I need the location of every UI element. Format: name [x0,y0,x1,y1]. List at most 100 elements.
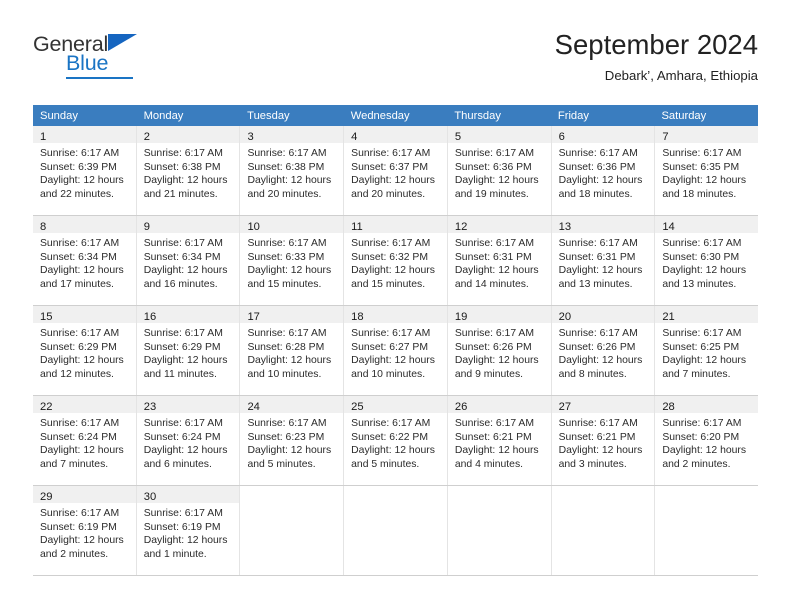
daylight-text-line1: Daylight: 12 hours [247,355,332,367]
daylight-text-line2: and 3 minutes. [558,458,627,470]
daylight-text-line1: Daylight: 12 hours [143,175,228,187]
sunrise-text: Sunrise: 6:17 AM [351,418,431,429]
day-number-strip: 29 [33,486,136,503]
day-number-strip: 15 [33,306,136,323]
day-number: 9 [143,221,150,233]
day-number: 27 [558,401,572,413]
sunrise-text: Sunrise: 6:17 AM [454,418,535,429]
day-cell[interactable]: 26 Sunrise: 6:17 AM Sunset: 6:21 PM Dayligh… [447,396,552,485]
page-title: September 2024 [554,29,758,60]
day-cell[interactable]: 3 Sunrise: 6:17 AM Sunset: 6:38 PM Daylight… [240,126,345,215]
daylight-text-line2: and 13 minutes. [558,278,633,290]
sunset-text: Sunset: 6:19 PM [143,521,221,533]
daylight-text-line1: Daylight: 12 hours [351,265,435,277]
day-cell[interactable]: 16 Sunrise: 6:17 AM Sunset: 6:29 PM Dayligh… [136,306,241,395]
sunrise-text: Sunrise: 6:17 AM [40,418,120,429]
day-cell[interactable]: 4 Sunrise: 6:17 AM Sunset: 6:37 PM Daylight… [344,126,448,215]
day-number-strip: 5 [447,126,551,143]
day-cell-body [448,503,551,507]
day-cell[interactable]: 5 Sunrise: 6:17 AM Sunset: 6:36 PM Daylight… [447,126,552,215]
weekday-header-wednesday: Wednesday [350,110,410,122]
daylight-text-line1: Daylight: 12 hours [40,355,124,367]
day-number: 5 [454,131,462,143]
day-number-strip: 9 [136,216,240,233]
day-cell[interactable]: 28 Sunrise: 6:17 AM Sunset: 6:20 PM Dayligh… [655,396,759,485]
daylight-text-line2: and 2 minutes. [662,458,731,470]
day-number-strip: 2 [136,126,240,143]
day-number-strip: 14 [655,216,759,233]
daylight-text-line1: Daylight: 12 hours [662,175,747,187]
day-cell[interactable]: 22 Sunrise: 6:17 AM Sunset: 6:24 PM Dayligh… [33,396,137,485]
sunrise-text: Sunrise: 6:17 AM [351,148,431,159]
daylight-text-line1: Daylight: 12 hours [454,175,539,187]
day-cell[interactable]: 18 Sunrise: 6:17 AM Sunset: 6:27 PM Dayligh… [344,306,448,395]
sunrise-text: Sunrise: 6:17 AM [558,328,638,339]
day-cell[interactable]: 7 Sunrise: 6:17 AM Sunset: 6:35 PM Daylight… [655,126,759,215]
day-cell[interactable]: 2 Sunrise: 6:17 AM Sunset: 6:38 PM Daylight… [136,126,241,215]
daylight-text-line1: Daylight: 12 hours [143,535,228,547]
day-number-strip: 13 [551,216,655,233]
day-cell[interactable]: 12 Sunrise: 6:17 AM Sunset: 6:31 PM Dayligh… [447,216,552,305]
day-number-strip: 24 [240,396,344,413]
sunrise-text: Sunrise: 6:17 AM [662,148,742,159]
day-cell-body: Sunrise: 6:17 AM Sunset: 6:24 PM Daylight:… [33,413,136,471]
day-cell[interactable]: 10 Sunrise: 6:17 AM Sunset: 6:33 PM Dayligh… [240,216,345,305]
day-cell[interactable]: 19 Sunrise: 6:17 AM Sunset: 6:26 PM Dayligh… [447,306,552,395]
day-cell[interactable]: 14 Sunrise: 6:17 AM Sunset: 6:30 PM Dayligh… [655,216,759,305]
day-number: 28 [662,401,675,413]
day-number-strip [551,486,655,503]
day-cell[interactable]: 13 Sunrise: 6:17 AM Sunset: 6:31 PM Dayligh… [551,216,656,305]
daylight-text-line1: Daylight: 12 hours [558,355,643,367]
day-cell[interactable]: 8 Sunrise: 6:17 AM Sunset: 6:34 PM Daylight… [33,216,137,305]
day-cell[interactable]: 9 Sunrise: 6:17 AM Sunset: 6:34 PM Daylight… [136,216,241,305]
logo-triangle-icon [108,34,137,51]
daylight-text-line2: and 16 minutes. [143,278,218,290]
day-cell-body: Sunrise: 6:17 AM Sunset: 6:21 PM Daylight:… [448,413,551,471]
day-cell[interactable]: 21 Sunrise: 6:17 AM Sunset: 6:25 PM Dayligh… [655,306,759,395]
sunrise-text: Sunrise: 6:17 AM [143,148,223,159]
sunrise-text: Sunrise: 6:17 AM [247,148,327,159]
day-number: 19 [454,311,468,323]
day-cell[interactable]: 17 Sunrise: 6:17 AM Sunset: 6:28 PM Dayligh… [240,306,345,395]
day-cell-empty [551,486,656,575]
daylight-text-line2: and 11 minutes. [143,368,217,380]
sunset-text: Sunset: 6:24 PM [143,431,221,443]
sunrise-text: Sunrise: 6:17 AM [143,508,223,519]
sunset-text: Sunset: 6:19 PM [40,521,117,533]
day-number: 26 [454,401,468,413]
day-cell-body: Sunrise: 6:17 AM Sunset: 6:26 PM Daylight:… [552,323,655,381]
sunrise-text: Sunrise: 6:17 AM [40,508,120,519]
day-cell[interactable]: 27 Sunrise: 6:17 AM Sunset: 6:21 PM Dayligh… [551,396,656,485]
day-number: 21 [662,311,675,323]
weekday-header-row: Sunday Monday Tuesday Wednesday Thursday… [33,105,758,126]
day-number-strip: 25 [344,396,447,413]
day-cell[interactable]: 6 Sunrise: 6:17 AM Sunset: 6:36 PM Daylight… [551,126,656,215]
calendar-grid: Sunday Monday Tuesday Wednesday Thursday… [33,105,759,576]
day-number-strip: 8 [33,216,136,233]
day-cell-body: Sunrise: 6:17 AM Sunset: 6:38 PM Daylight:… [240,143,343,201]
daylight-text-line1: Daylight: 12 hours [662,355,747,367]
day-cell[interactable]: 23 Sunrise: 6:17 AM Sunset: 6:24 PM Dayligh… [136,396,241,485]
day-cell[interactable]: 30 Sunrise: 6:17 AM Sunset: 6:19 PM Dayligh… [136,486,241,575]
general-blue-logo: General Blue [33,32,233,82]
daylight-text-line2: and 7 minutes. [40,458,109,470]
sunset-text: Sunset: 6:26 PM [558,341,636,353]
day-cell-body: Sunrise: 6:17 AM Sunset: 6:38 PM Daylight:… [137,143,240,201]
day-cell[interactable]: 20 Sunrise: 6:17 AM Sunset: 6:26 PM Dayligh… [551,306,656,395]
day-cell[interactable]: 15 Sunrise: 6:17 AM Sunset: 6:29 PM Dayligh… [33,306,137,395]
daylight-text-line1: Daylight: 12 hours [143,355,228,367]
day-cell[interactable]: 25 Sunrise: 6:17 AM Sunset: 6:22 PM Dayligh… [344,396,448,485]
day-number-strip: 18 [344,306,447,323]
sunset-text: Sunset: 6:23 PM [247,431,325,443]
daylight-text-line1: Daylight: 12 hours [40,535,124,547]
sunrise-text: Sunrise: 6:17 AM [143,418,223,429]
weekday-header-monday: Monday [143,110,184,122]
day-cell[interactable]: 24 Sunrise: 6:17 AM Sunset: 6:23 PM Dayligh… [240,396,345,485]
day-number-strip: 16 [136,306,240,323]
daylight-text-line2: and 18 minutes. [662,188,737,200]
day-cell[interactable]: 29 Sunrise: 6:17 AM Sunset: 6:19 PM Dayligh… [33,486,137,575]
day-cell[interactable]: 1 Sunrise: 6:17 AM Sunset: 6:39 PM Daylight… [33,126,137,215]
day-cell[interactable]: 11 Sunrise: 6:17 AM Sunset: 6:32 PM Dayligh… [344,216,448,305]
sunrise-text: Sunrise: 6:17 AM [351,328,431,339]
daylight-text-line2: and 6 minutes. [143,458,212,470]
